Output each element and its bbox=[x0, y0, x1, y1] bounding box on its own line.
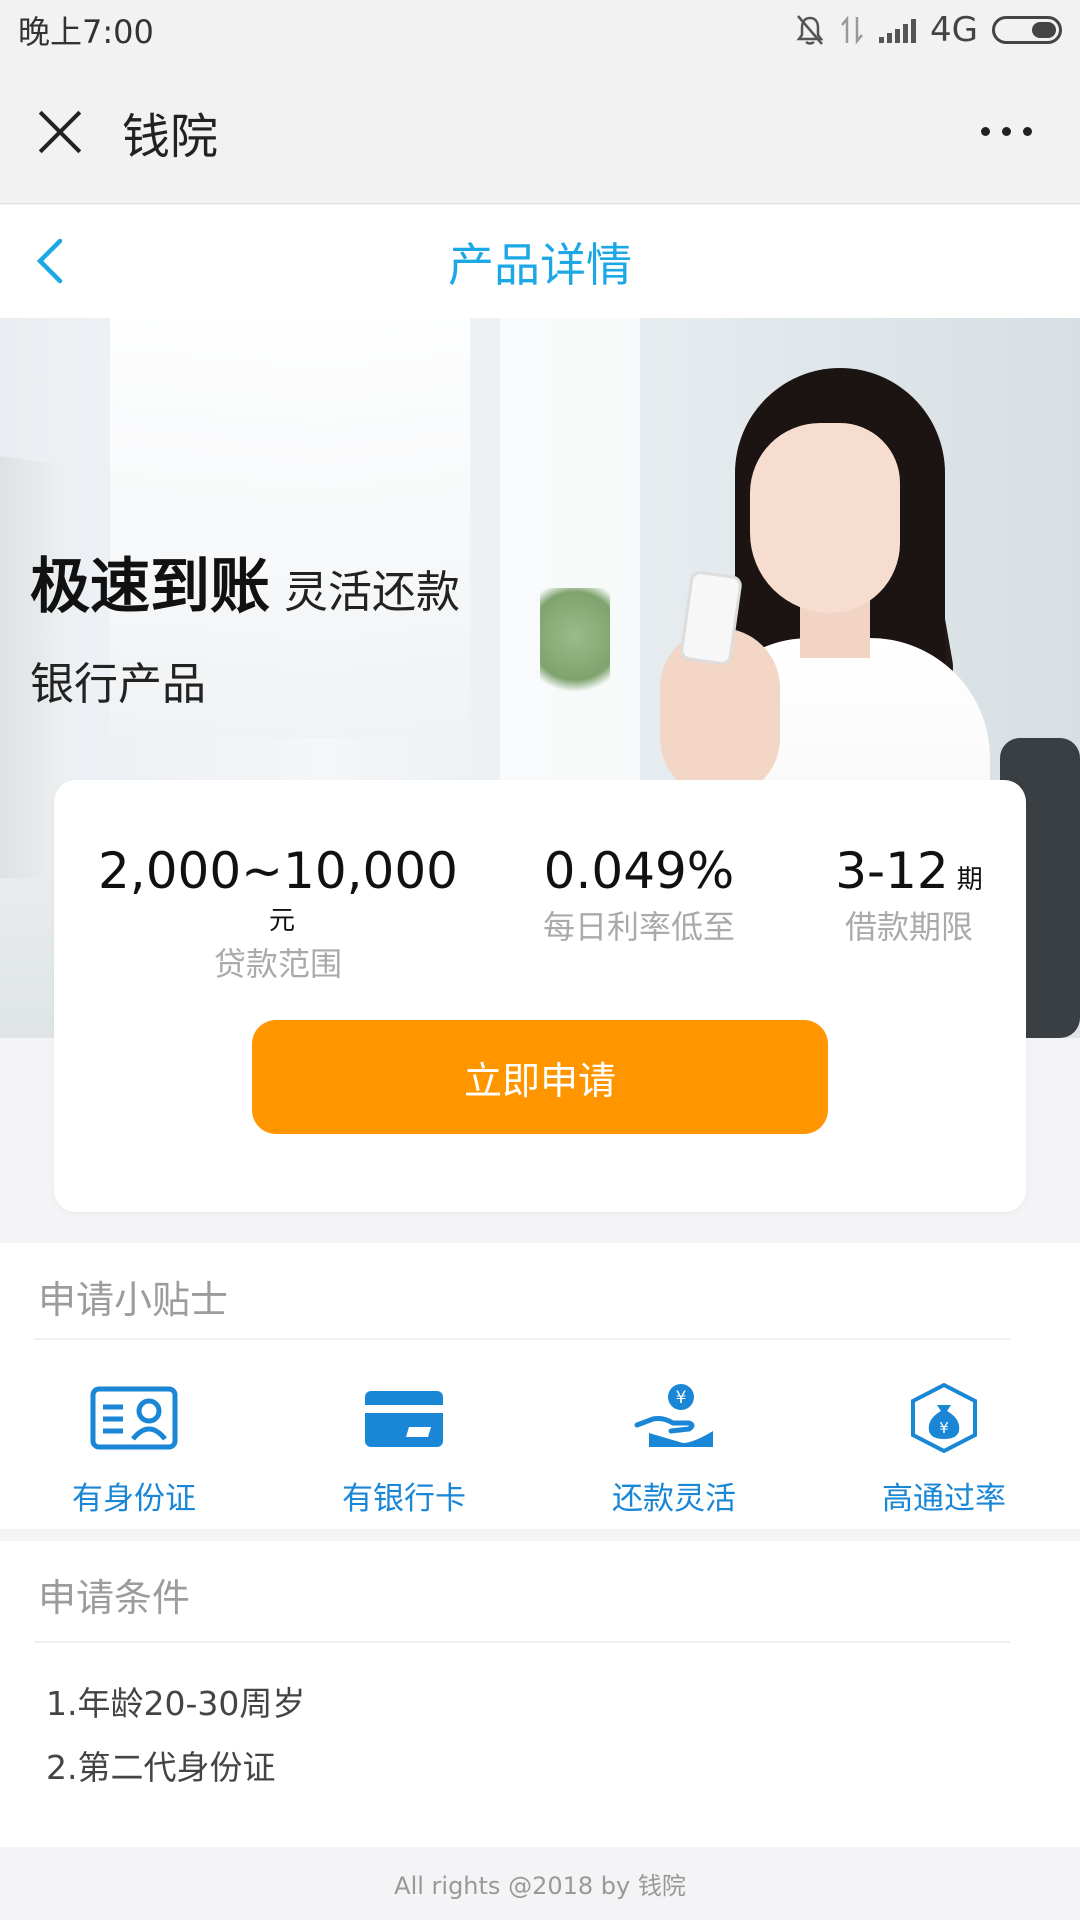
hero-headline-light: 灵活还款 bbox=[284, 567, 460, 618]
hero-headline: 极速到账 灵活还款 bbox=[30, 538, 460, 625]
hero-headline-bold: 极速到账 bbox=[30, 552, 270, 622]
id-card-icon bbox=[90, 1386, 178, 1450]
tip-flexible-repayment: ¥ 还款灵活 bbox=[574, 1383, 774, 1518]
data-transfer-icon bbox=[841, 15, 863, 45]
apply-now-button[interactable]: 立即申请 bbox=[252, 1020, 828, 1134]
condition-item: 2.第二代身份证 bbox=[46, 1748, 276, 1787]
battery-icon bbox=[992, 16, 1062, 44]
tips-title: 申请小贴士 bbox=[38, 1278, 229, 1322]
back-arrow-icon[interactable] bbox=[30, 237, 78, 285]
app-header: 产品详情 bbox=[0, 205, 1080, 318]
mute-bell-icon bbox=[796, 15, 824, 45]
product-card: 2,000~10,000元 贷款范围 0.049% 每日利率低至 3-12 期 借… bbox=[54, 780, 1026, 1212]
more-options-icon[interactable] bbox=[981, 127, 1032, 136]
stat-loan-range: 2,000~10,000元 贷款范围 bbox=[98, 842, 458, 983]
application-conditions-section: 申请条件 1.年龄20-30周岁 2.第二代身份证 bbox=[0, 1541, 1080, 1847]
svg-text:¥: ¥ bbox=[676, 1388, 687, 1408]
status-icons: 4G bbox=[795, 10, 1062, 50]
conditions-title: 申请条件 bbox=[38, 1576, 191, 1620]
hand-coin-icon: ¥ bbox=[634, 1384, 713, 1447]
webview-title: 钱院 bbox=[122, 108, 219, 165]
stat-daily-rate: 0.049% 每日利率低至 bbox=[542, 842, 735, 946]
close-icon[interactable] bbox=[36, 108, 84, 156]
tip-label: 有银行卡 bbox=[342, 1481, 466, 1517]
tip-id-card: 有身份证 bbox=[34, 1383, 234, 1518]
status-time: 晚上7:00 bbox=[18, 13, 154, 51]
divider bbox=[34, 1641, 1010, 1643]
condition-item: 1.年龄20-30周岁 bbox=[46, 1684, 306, 1723]
status-bar: 晚上7:00 4G bbox=[0, 0, 1080, 60]
stat-loan-term: 3-12 期 借款期限 bbox=[835, 842, 983, 946]
tip-bank-card: 有银行卡 bbox=[304, 1383, 504, 1518]
bank-card-icon bbox=[365, 1391, 443, 1447]
tip-label: 还款灵活 bbox=[612, 1481, 736, 1517]
product-stats: 2,000~10,000元 贷款范围 0.049% 每日利率低至 3-12 期 借… bbox=[54, 842, 1026, 983]
footer-copyright: All rights @2018 by 钱院 bbox=[0, 1847, 1080, 1920]
network-type: 4G bbox=[930, 10, 978, 50]
page-title: 产品详情 bbox=[448, 237, 632, 292]
tip-high-approval: ¥ 高通过率 bbox=[844, 1382, 1044, 1518]
webview-title-bar: 钱院 bbox=[0, 60, 1080, 204]
svg-text:¥: ¥ bbox=[939, 1419, 949, 1437]
tip-label: 有身份证 bbox=[72, 1481, 196, 1517]
hero-subtitle: 银行产品 bbox=[30, 659, 206, 710]
divider bbox=[34, 1338, 1010, 1340]
money-bag-icon: ¥ bbox=[911, 1382, 977, 1454]
signal-icon bbox=[879, 17, 917, 43]
application-tips-section: 申请小贴士 有身份证 有银行卡 ¥ 还款灵活 ¥ 高通过率 bbox=[0, 1243, 1080, 1529]
tip-label: 高通过率 bbox=[882, 1481, 1006, 1517]
